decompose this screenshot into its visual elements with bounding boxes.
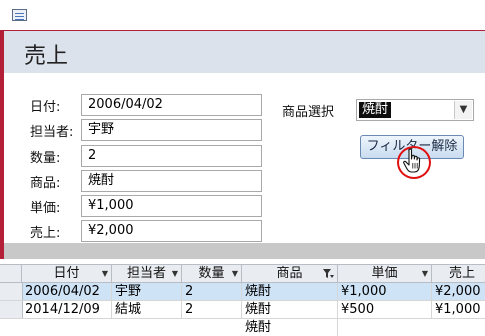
staff-label: 担当者: bbox=[30, 125, 74, 140]
dropdown-icon[interactable]: ▼ bbox=[232, 265, 238, 283]
chevron-down-icon[interactable]: ▼ bbox=[454, 101, 472, 119]
dropdown-icon[interactable]: ▼ bbox=[172, 265, 178, 283]
column-header-quantity[interactable]: 数量 ▼ bbox=[182, 265, 242, 283]
row-selector[interactable] bbox=[0, 301, 23, 318]
row-selector[interactable] bbox=[0, 283, 23, 300]
dropdown-icon[interactable]: ▼ bbox=[422, 265, 428, 283]
table-row[interactable]: 2006/04/02 宇野 2 焼酎 ¥1,000 ¥2,000 bbox=[0, 283, 485, 301]
product-select-value: 焼酎 bbox=[359, 102, 392, 118]
cell-product[interactable]: 焼酎 bbox=[242, 319, 338, 336]
cell-product[interactable]: 焼酎 bbox=[242, 301, 338, 318]
cell-product[interactable]: 焼酎 bbox=[242, 283, 338, 300]
staff-field[interactable]: 宇野 bbox=[81, 119, 262, 141]
date-field[interactable]: 2006/04/02 bbox=[81, 94, 262, 116]
cell-date[interactable]: 2006/04/02 bbox=[22, 283, 112, 300]
column-header-unit-price[interactable]: 単価 ▼ bbox=[338, 265, 432, 283]
quantity-label: 数量: bbox=[30, 151, 61, 166]
date-label: 日付: bbox=[30, 100, 61, 115]
select-all-corner[interactable] bbox=[0, 265, 22, 283]
product-select[interactable]: 焼酎 ▼ bbox=[356, 99, 474, 121]
sales-field[interactable]: ¥2,000 bbox=[81, 220, 262, 242]
cell-staff[interactable]: 宇野 bbox=[112, 283, 182, 300]
form-datasheet-separator[interactable] bbox=[4, 243, 485, 259]
cell-staff[interactable]: 結城 bbox=[112, 301, 182, 318]
column-header-sales[interactable]: 売上 bbox=[432, 265, 485, 283]
column-header-label: 売上 bbox=[448, 266, 475, 281]
unit-price-label: 単価: bbox=[30, 201, 61, 216]
cell-unit-price[interactable]: ¥1,000 bbox=[338, 283, 432, 300]
cell-quantity[interactable]: 2 bbox=[182, 283, 242, 300]
filter-icon[interactable] bbox=[323, 269, 334, 279]
column-header-label: 単価 bbox=[371, 266, 398, 281]
form-header bbox=[4, 31, 485, 73]
column-header-label: 数量 bbox=[198, 266, 225, 281]
table-row[interactable]: 2014/12/09 結城 2 焼酎 ¥500 ¥1,000 bbox=[0, 301, 485, 319]
form-view-icon bbox=[12, 9, 27, 21]
hand-pointer-icon bbox=[403, 148, 421, 173]
column-header-label: 商品 bbox=[276, 266, 303, 281]
column-header-staff[interactable]: 担当者 ▼ bbox=[112, 265, 182, 283]
datasheet-header: 日付 ▼ 担当者 ▼ 数量 ▼ 商品 単価 ▼ 売上 bbox=[0, 264, 485, 283]
cell-sales[interactable]: ¥1,000 bbox=[432, 301, 485, 318]
dropdown-icon[interactable]: ▼ bbox=[102, 265, 108, 283]
product-label: 商品: bbox=[30, 176, 61, 191]
column-header-label: 日付 bbox=[53, 266, 80, 281]
unit-price-field[interactable]: ¥1,000 bbox=[81, 195, 262, 217]
cell-date[interactable]: 2014/12/09 bbox=[22, 301, 112, 318]
title-strip bbox=[0, 0, 485, 30]
column-header-date[interactable]: 日付 ▼ bbox=[22, 265, 112, 283]
product-select-label: 商品選択 bbox=[282, 105, 335, 120]
form-title: 売上 bbox=[24, 44, 69, 69]
column-header-product[interactable]: 商品 bbox=[242, 265, 338, 283]
column-header-label: 担当者 bbox=[126, 266, 166, 281]
sales-label: 売上: bbox=[30, 226, 61, 241]
quantity-field[interactable]: 2 bbox=[81, 145, 262, 167]
cell-quantity[interactable]: 2 bbox=[182, 301, 242, 318]
cell-unit-price[interactable]: ¥500 bbox=[338, 301, 432, 318]
cell-sales[interactable]: ¥2,000 bbox=[432, 283, 485, 300]
product-field[interactable]: 焼酎 bbox=[81, 170, 262, 192]
